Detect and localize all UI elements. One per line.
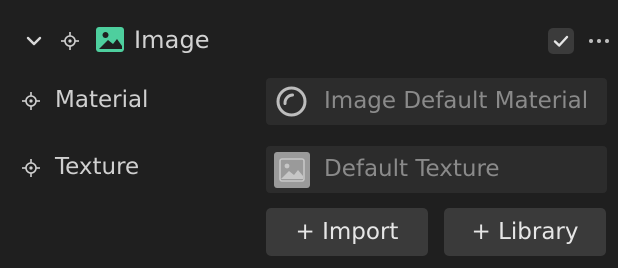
material-label: Material [55,87,149,113]
material-target-icon[interactable] [21,91,41,111]
component-title: Image [134,26,210,54]
texture-target-icon[interactable] [21,158,41,178]
material-value: Image Default Material [324,88,589,114]
import-button[interactable]: + Import [266,208,428,256]
image-component-panel: Image Material Image Default Material Te… [0,0,618,268]
ellipsis-icon [589,39,609,43]
material-field[interactable]: Image Default Material [266,78,607,125]
chevron-down-icon[interactable] [24,31,44,51]
library-button[interactable]: + Library [444,208,606,256]
texture-field[interactable]: Default Texture [266,146,607,193]
image-icon [95,26,125,53]
texture-label: Texture [55,154,140,180]
material-circle-icon [276,86,307,117]
more-options-button[interactable] [585,28,613,54]
texture-thumbnail-icon [274,152,310,188]
texture-value: Default Texture [324,156,500,182]
enabled-checkbox[interactable] [548,28,574,54]
target-icon[interactable] [60,31,80,51]
checkmark-icon [553,35,569,47]
